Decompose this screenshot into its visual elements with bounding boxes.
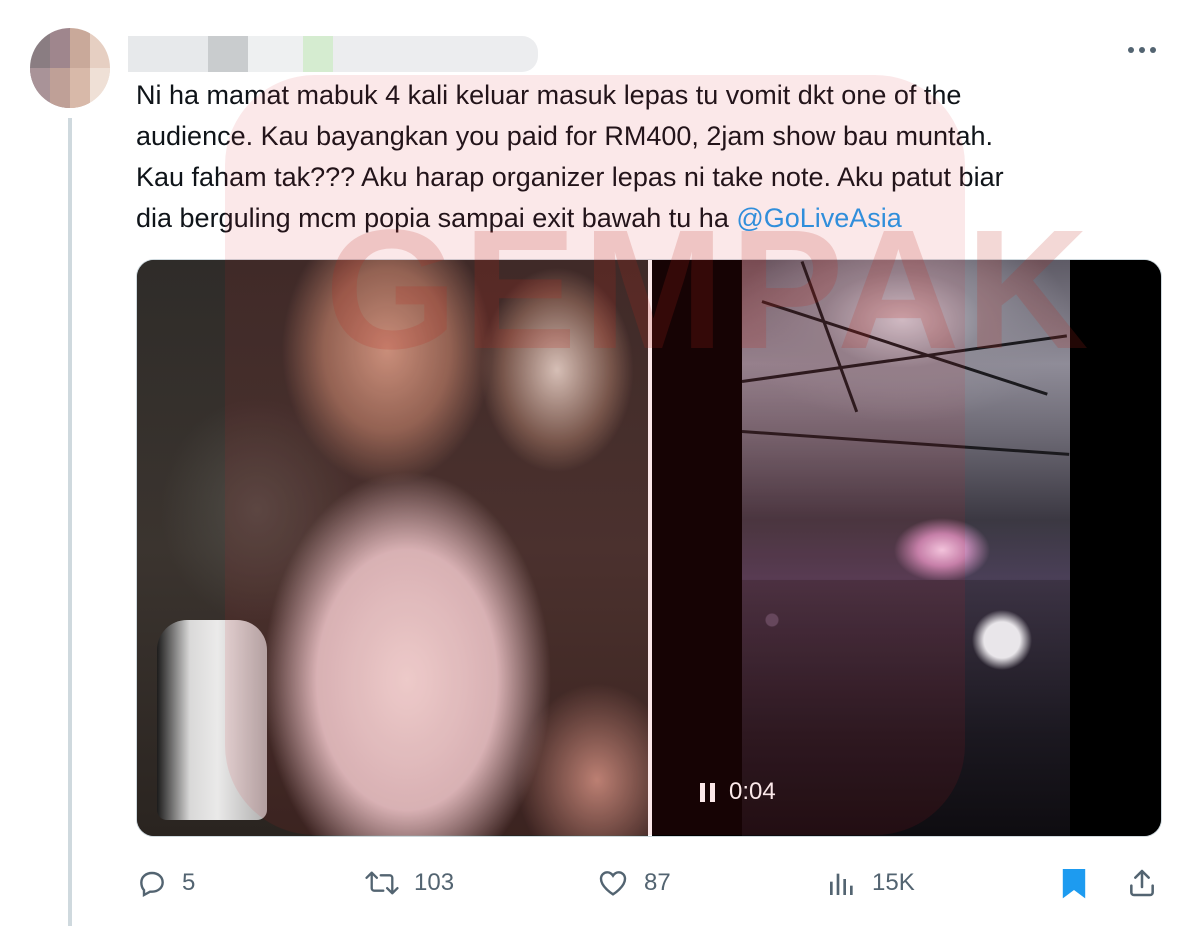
- retweet-button[interactable]: 103: [364, 860, 454, 906]
- views-button[interactable]: 15K: [826, 860, 915, 906]
- avatar[interactable]: [30, 28, 110, 108]
- tweet-text-line: audience. Kau bayangkan you paid for RM4…: [136, 121, 994, 151]
- video-frame: [741, 260, 1070, 836]
- tweet[interactable]: Ni ha mamat mabuk 4 kali keluar masuk le…: [0, 0, 1190, 926]
- video-timer: 0:04: [729, 778, 776, 805]
- video-player[interactable]: 0:04: [652, 260, 1161, 836]
- bookmark-button[interactable]: [1060, 860, 1088, 906]
- pause-icon[interactable]: [700, 782, 715, 802]
- media-grid: 0:04: [136, 259, 1162, 837]
- bottle-shape: [157, 620, 267, 820]
- heart-icon: [599, 871, 627, 896]
- tweet-text: Ni ha mamat mabuk 4 kali keluar masuk le…: [136, 75, 1146, 239]
- tweet-text-line: dia berguling mcm popia sampai exit bawa…: [136, 198, 1146, 239]
- reply-count: 5: [182, 869, 196, 896]
- retweet-count: 103: [414, 869, 455, 896]
- share-button[interactable]: [1126, 860, 1158, 906]
- crowd-area: [742, 580, 1070, 836]
- blurred-user-name[interactable]: [128, 36, 538, 72]
- views-count: 15K: [872, 869, 915, 896]
- tweet-text-line: Kau faham tak??? Aku harap organizer lep…: [136, 162, 1004, 192]
- like-button[interactable]: 87: [596, 860, 671, 906]
- mention-link[interactable]: @GoLiveAsia: [736, 203, 901, 233]
- more-horizontal-icon: [1128, 47, 1156, 53]
- tweet-text-line: Ni ha mamat mabuk 4 kali keluar masuk le…: [136, 80, 962, 110]
- tweet-text-segment: dia berguling mcm popia sampai exit bawa…: [136, 203, 737, 233]
- bookmark-icon: [1062, 869, 1086, 899]
- retweet-icon: [365, 871, 399, 895]
- like-count: 87: [644, 869, 671, 896]
- reply-button[interactable]: 5: [136, 860, 195, 906]
- action-bar: 5 103 87 15K: [136, 860, 1166, 906]
- analytics-icon: [830, 873, 853, 895]
- reply-icon: [140, 871, 164, 898]
- photo-image[interactable]: [137, 260, 648, 836]
- thread-line: [68, 118, 72, 926]
- more-options-button[interactable]: [1124, 36, 1160, 64]
- share-icon: [1130, 869, 1154, 897]
- video-controls: 0:04: [700, 774, 776, 810]
